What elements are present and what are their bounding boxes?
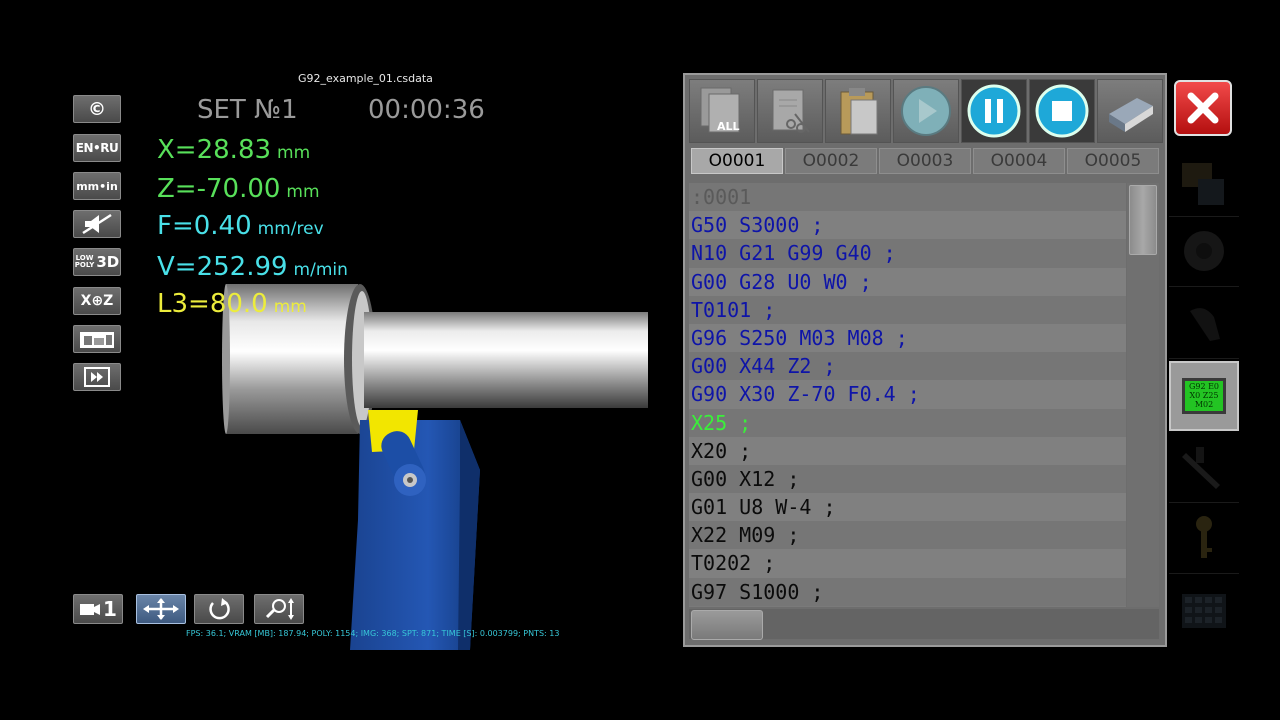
length-readout: L3=80.0 mm <box>157 289 307 319</box>
horizontal-scrollbar[interactable] <box>689 609 1159 640</box>
play-frame-icon <box>84 367 110 387</box>
run-button[interactable] <box>893 79 959 143</box>
code-line[interactable]: G00 G28 U0 W0 ; <box>689 267 1126 296</box>
gcode-icon: G92 E0 X0 Z25 M02 <box>1182 378 1226 414</box>
horizontal-scroll-thumb[interactable] <box>691 610 763 640</box>
clipboard-icon <box>840 88 878 135</box>
code-line[interactable]: N10 G21 G99 G40 ; <box>689 239 1126 268</box>
copyright-button[interactable]: © <box>73 95 121 123</box>
lathe-3d-view[interactable] <box>210 270 650 650</box>
book-icon <box>1109 98 1153 132</box>
code-line-current[interactable]: X25 ; <box>689 408 1126 437</box>
folder-disk-icon <box>1182 163 1224 205</box>
manual-button[interactable] <box>1097 79 1163 143</box>
pan-button[interactable] <box>136 594 186 624</box>
chuck-settings-button[interactable] <box>1169 216 1239 287</box>
xz-axis-button[interactable]: X⊕Z <box>73 287 121 315</box>
render-stats: FPS: 36.1; VRAM [MB]: 187.94; POLY: 1154… <box>186 629 560 638</box>
vertical-scrollbar[interactable] <box>1127 183 1159 607</box>
simulation-play-button[interactable] <box>73 363 121 391</box>
keypad-icon <box>1182 594 1226 628</box>
code-line[interactable]: X22 M09 ; <box>689 521 1126 550</box>
key-icon <box>1196 516 1212 558</box>
x-position-readout: X=28.83 mm <box>157 135 311 165</box>
code-line[interactable]: G00 X12 ; <box>689 464 1126 494</box>
mute-icon <box>82 213 112 235</box>
camera-select-button[interactable]: 1 <box>73 594 123 624</box>
code-line[interactable]: G00 X44 Z2 ; <box>689 352 1126 381</box>
move-arrows-icon <box>143 598 179 620</box>
code-line[interactable]: G01 U8 W-4 ; <box>689 493 1126 522</box>
cut-button[interactable] <box>757 79 823 143</box>
pause-button[interactable] <box>961 79 1027 143</box>
paste-button[interactable] <box>825 79 891 143</box>
program-editor-panel: ALL O0001 O0002 O0003 O0004 O0005:0001 … <box>683 73 1167 647</box>
svg-text:ALL: ALL <box>717 120 740 133</box>
keypad-button[interactable] <box>1169 575 1239 645</box>
close-button[interactable] <box>1174 80 1232 136</box>
stop-button[interactable] <box>1029 79 1095 143</box>
low-poly-3d-button[interactable]: LOW POLY 3D <box>73 248 121 276</box>
code-line[interactable]: T0202 ; <box>689 549 1126 578</box>
code-line[interactable]: X20 ; <box>689 436 1126 465</box>
tab-o0001[interactable]: O0001 <box>691 148 783 174</box>
play-icon <box>901 86 951 136</box>
zoom-button[interactable] <box>254 594 304 624</box>
pause-icon <box>967 84 1021 138</box>
select-all-button[interactable]: ALL <box>689 79 755 143</box>
tool-settings-button[interactable] <box>1169 288 1239 359</box>
rotate-button[interactable] <box>194 594 244 624</box>
documents-all-icon: ALL <box>700 87 740 133</box>
set-label: SET №1 <box>197 95 298 125</box>
code-line[interactable]: G50 S3000 ; <box>689 211 1126 240</box>
measure-button[interactable] <box>1169 432 1239 503</box>
z-position-readout: Z=-70.00 mm <box>157 174 320 204</box>
close-icon <box>1187 92 1219 124</box>
code-line[interactable]: G97 S1000 ; <box>689 577 1126 606</box>
tab-o0003[interactable]: O0003 <box>879 148 971 174</box>
file-name: G92_example_01.csdata <box>298 72 433 85</box>
document-scissors-icon <box>772 89 810 133</box>
tab-o0004[interactable]: O0004 <box>973 148 1065 174</box>
code-line[interactable]: :0001 <box>689 183 1126 212</box>
mute-button[interactable] <box>73 210 121 238</box>
lathe-icon <box>80 332 114 348</box>
license-key-button[interactable] <box>1169 503 1239 574</box>
open-save-button[interactable] <box>1169 146 1239 217</box>
code-line[interactable]: T0101 ; <box>689 295 1126 324</box>
chuck-icon <box>1184 231 1224 271</box>
feed-readout: F=0.40 mm/rev <box>157 211 324 241</box>
code-line[interactable]: G96 S250 M03 M08 ; <box>689 323 1126 353</box>
stop-icon <box>1035 84 1089 138</box>
gcode-editor-button[interactable]: G92 E0 X0 Z25 M02 <box>1169 361 1239 431</box>
workpiece-turned <box>364 312 648 408</box>
units-toggle-button[interactable]: mm•in <box>73 172 121 200</box>
tab-o0005[interactable]: O0005 <box>1067 148 1159 174</box>
elapsed-timer: 00:00:36 <box>368 95 485 125</box>
lathe-view-button[interactable] <box>73 325 121 353</box>
cutting-speed-readout: V=252.99 m/min <box>157 252 348 282</box>
code-listing[interactable]: :0001 G50 S3000 ; N10 G21 G99 G40 ; G00 G28… <box>689 183 1126 607</box>
camera-icon <box>80 604 101 615</box>
tab-o0002[interactable]: O0002 <box>785 148 877 174</box>
vertical-scroll-thumb[interactable] <box>1129 185 1157 255</box>
code-line[interactable]: G90 X30 Z-70 F0.4 ; <box>689 380 1126 409</box>
tool-icon <box>1190 308 1220 341</box>
rotate-icon <box>209 598 230 620</box>
zoom-icon <box>265 598 294 620</box>
program-tabs: O0001 O0002 O0003 O0004 O0005 <box>691 148 1161 174</box>
language-toggle-button[interactable]: EN•RU <box>73 134 121 162</box>
caliper-icon <box>1182 447 1220 489</box>
